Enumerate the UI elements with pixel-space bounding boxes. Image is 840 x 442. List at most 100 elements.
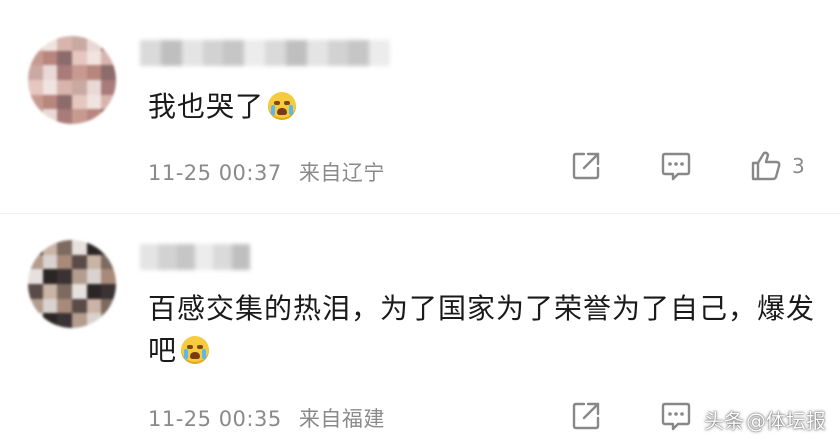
avatar-pixel bbox=[57, 313, 72, 328]
reply-button[interactable] bbox=[658, 398, 694, 434]
avatar-pixel bbox=[28, 109, 43, 124]
avatar-pixel bbox=[42, 254, 58, 270]
avatar-pixel bbox=[57, 80, 72, 95]
avatar-pixel bbox=[42, 269, 58, 284]
avatar-pixel bbox=[57, 36, 72, 51]
comment-location: 来自辽宁 bbox=[298, 161, 385, 185]
username-pixel bbox=[213, 244, 232, 270]
avatar-pixel bbox=[28, 269, 43, 284]
username-pixel bbox=[285, 40, 307, 66]
share-button[interactable] bbox=[568, 148, 604, 184]
reply-button[interactable] bbox=[658, 148, 694, 184]
comment-item: 我也哭了 11-25 00:37 来自辽宁 3 bbox=[0, 0, 840, 214]
comment-list: 我也哭了 11-25 00:37 来自辽宁 3 百感交集的热泪，为了国家为了荣誉… bbox=[0, 0, 840, 442]
comment-meta: 11-25 00:35 来自福建 bbox=[148, 403, 385, 433]
avatar-pixel bbox=[42, 109, 58, 124]
crying-face-icon bbox=[268, 92, 297, 120]
avatar-pixel bbox=[86, 254, 102, 270]
comment-text: 我也哭了 bbox=[148, 86, 297, 128]
avatar-pixel bbox=[86, 298, 102, 314]
avatar-pixel bbox=[57, 298, 72, 314]
avatar-pixel bbox=[57, 94, 72, 110]
comment-time: 11-25 00:37 bbox=[148, 161, 282, 185]
like-icon bbox=[751, 151, 781, 181]
avatar-pixel bbox=[86, 80, 102, 95]
avatar-pixel bbox=[72, 36, 87, 51]
username-pixel bbox=[306, 40, 328, 66]
avatar-pixel bbox=[101, 109, 116, 124]
avatar-pixel bbox=[72, 80, 87, 95]
username-pixel bbox=[202, 40, 224, 66]
avatar-pixel bbox=[57, 50, 72, 66]
username-pixel bbox=[158, 244, 177, 270]
comment-text-content: 百感交集的热泪，为了国家为了荣誉为了自己，爆发吧 bbox=[148, 292, 816, 367]
avatar-pixel bbox=[72, 50, 87, 66]
avatar-pixel bbox=[101, 94, 116, 110]
avatar-pixel bbox=[101, 80, 116, 95]
avatar-pixel bbox=[101, 36, 116, 51]
avatar-pixel bbox=[72, 94, 87, 110]
username-pixel bbox=[181, 40, 203, 66]
username-pixel bbox=[231, 244, 250, 270]
username-pixel bbox=[223, 40, 245, 66]
avatar-pixel bbox=[42, 50, 58, 66]
avatar-pixel bbox=[72, 254, 87, 270]
avatar-pixel bbox=[42, 298, 58, 314]
avatar-pixel bbox=[42, 94, 58, 110]
avatar-pixel bbox=[72, 284, 87, 299]
username-pixel bbox=[140, 40, 161, 66]
avatar-pixel bbox=[86, 36, 102, 51]
username-blurred[interactable] bbox=[140, 40, 390, 66]
username-blurred[interactable] bbox=[140, 244, 250, 270]
avatar[interactable] bbox=[28, 36, 116, 124]
avatar-pixel bbox=[28, 94, 43, 110]
avatar-pixel bbox=[86, 284, 102, 299]
avatar-pixel bbox=[42, 36, 58, 51]
avatar-pixel bbox=[72, 298, 87, 314]
username-pixel bbox=[140, 244, 159, 270]
avatar-pixel bbox=[28, 36, 43, 51]
watermark-brand: 头条 bbox=[704, 409, 744, 433]
watermark: 头条 @体坛报 bbox=[704, 405, 828, 434]
avatar-pixel bbox=[42, 284, 58, 299]
like-button[interactable]: 3 bbox=[748, 148, 805, 184]
avatar-pixel bbox=[101, 65, 116, 80]
avatar-pixel bbox=[86, 65, 102, 80]
avatar-pixel bbox=[57, 269, 72, 284]
username-pixel bbox=[265, 40, 286, 66]
comment-icon bbox=[661, 152, 691, 181]
avatar-pixel bbox=[28, 50, 43, 66]
avatar-pixel bbox=[42, 80, 58, 95]
avatar[interactable] bbox=[28, 240, 116, 328]
comment-text-content: 我也哭了 bbox=[148, 90, 265, 123]
avatar-pixel bbox=[101, 284, 116, 299]
avatar-pixel bbox=[72, 240, 87, 255]
avatar-pixel bbox=[72, 313, 87, 328]
avatar-pixel bbox=[86, 94, 102, 110]
share-button[interactable] bbox=[568, 398, 604, 434]
username-pixel bbox=[369, 40, 390, 66]
comment-icon bbox=[661, 402, 691, 431]
username-pixel bbox=[348, 40, 370, 66]
avatar-pixel bbox=[72, 109, 87, 124]
avatar-pixel bbox=[57, 284, 72, 299]
watermark-handle: @体坛报 bbox=[746, 409, 826, 433]
share-icon bbox=[572, 402, 600, 430]
avatar-pixel bbox=[57, 240, 72, 255]
avatar-pixel bbox=[57, 65, 72, 80]
username-pixel bbox=[327, 40, 349, 66]
avatar-pixel bbox=[57, 254, 72, 270]
avatar-pixel bbox=[42, 65, 58, 80]
crying-face-icon bbox=[181, 336, 210, 364]
avatar-pixel bbox=[86, 269, 102, 284]
share-icon bbox=[572, 152, 600, 180]
avatar-pixel bbox=[86, 50, 102, 66]
avatar-pixel bbox=[28, 284, 43, 299]
avatar-pixel bbox=[28, 65, 43, 80]
comment-time: 11-25 00:35 bbox=[148, 407, 282, 431]
avatar-pixel bbox=[72, 269, 87, 284]
avatar-pixel bbox=[86, 109, 102, 124]
comment-text: 百感交集的热泪，为了国家为了荣誉为了自己，爆发吧 bbox=[148, 288, 818, 372]
comment-meta: 11-25 00:37 来自辽宁 bbox=[148, 157, 385, 187]
avatar-pixel bbox=[101, 269, 116, 284]
